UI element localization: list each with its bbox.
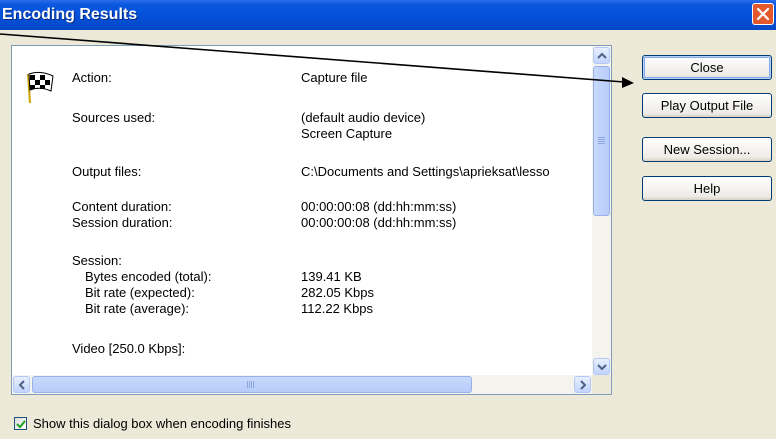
checkered-flag-icon: [27, 71, 54, 104]
output-files-label: Output files:: [72, 164, 142, 179]
bit-rate-expected-label: Bit rate (expected):: [85, 285, 195, 300]
bit-rate-expected-value: 282.05 Kbps: [301, 285, 375, 300]
action-label: Action:: [72, 70, 112, 85]
bytes-encoded-value: 139.41 KB: [301, 269, 362, 284]
bytes-encoded-label: Bytes encoded (total):: [85, 269, 212, 284]
sources-label: Sources used:: [72, 110, 156, 125]
checkmark-icon: [16, 420, 26, 429]
window-title: Encoding Results: [2, 6, 138, 23]
play-output-file-button[interactable]: Play Output File: [642, 93, 772, 118]
chevron-left-icon: [18, 380, 25, 390]
scroll-right-button[interactable]: [574, 376, 591, 393]
show-dialog-checkbox-label: Show this dialog box when encoding finis…: [33, 416, 292, 431]
results-content: Action: Capture file Sources used: (defa…: [12, 46, 592, 375]
scrollbar-corner: [592, 375, 611, 394]
horizontal-scroll-thumb[interactable]: [32, 376, 472, 393]
video-label: Video [250.0 Kbps]:: [72, 341, 186, 356]
bit-rate-average-label: Bit rate (average):: [85, 301, 190, 316]
sources-value-screen: Screen Capture: [301, 126, 393, 141]
close-button[interactable]: Close: [642, 55, 772, 80]
scroll-left-button[interactable]: [13, 376, 30, 393]
close-icon: [756, 7, 770, 21]
title-bar: Encoding Results: [0, 0, 776, 30]
scroll-up-button[interactable]: [593, 47, 610, 64]
new-session-button[interactable]: New Session...: [642, 137, 772, 162]
scroll-down-button[interactable]: [593, 358, 610, 375]
show-dialog-checkbox[interactable]: [14, 417, 27, 430]
session-label: Session:: [72, 253, 122, 268]
content-duration-label: Content duration:: [72, 199, 172, 214]
horizontal-scrollbar[interactable]: [12, 375, 592, 394]
help-button[interactable]: Help: [642, 176, 772, 201]
content-duration-value: 00:00:00:08 (dd:hh:mm:ss): [301, 199, 457, 214]
chevron-right-icon: [580, 380, 587, 390]
bit-rate-average-value: 112.22 Kbps: [301, 301, 374, 316]
vertical-scrollbar[interactable]: [592, 46, 611, 376]
output-files-value: C:\Documents and Settings\aprieksat\less…: [301, 164, 550, 179]
window-close-button[interactable]: [752, 3, 774, 25]
results-panel: Action: Capture file Sources used: (defa…: [11, 45, 612, 395]
sources-value-audio: (default audio device): [301, 110, 426, 125]
session-duration-value: 00:00:00:08 (dd:hh:mm:ss): [301, 215, 457, 230]
vertical-scroll-thumb[interactable]: [593, 66, 610, 216]
chevron-down-icon: [597, 364, 607, 371]
action-value: Capture file: [301, 70, 368, 85]
session-duration-label: Session duration:: [72, 215, 173, 230]
chevron-up-icon: [597, 52, 607, 59]
